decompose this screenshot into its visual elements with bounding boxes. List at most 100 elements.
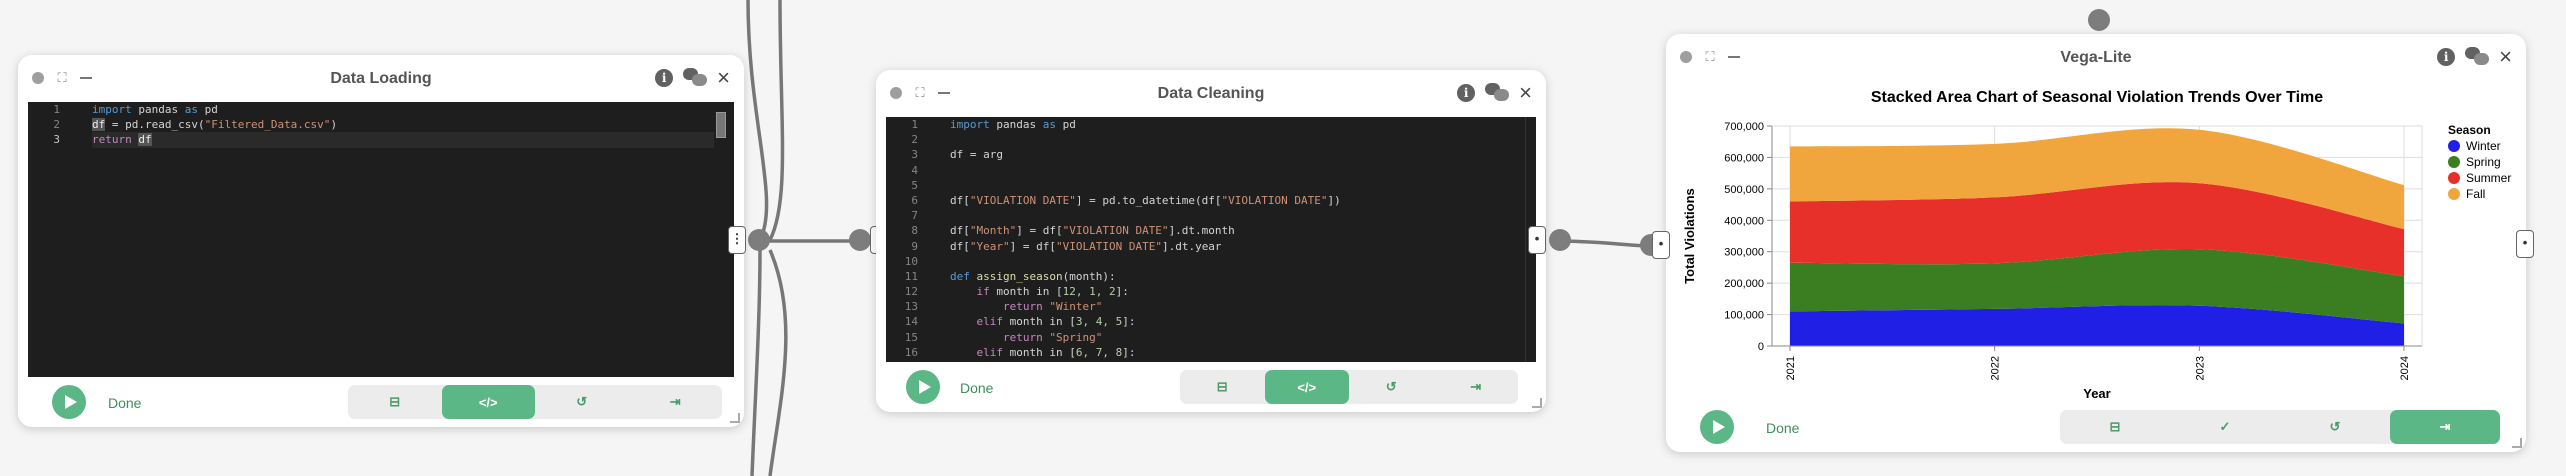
legend-swatch bbox=[2448, 172, 2460, 184]
code-line: df["Month"] = df["VIOLATION DATE"].dt.mo… bbox=[950, 224, 1235, 238]
status-text: Done bbox=[108, 395, 142, 411]
line-number: 5 bbox=[911, 178, 918, 192]
x-axis-label: Year bbox=[2083, 386, 2110, 400]
expand-icon[interactable]: ⛶ bbox=[914, 86, 926, 99]
line-number: 7 bbox=[911, 209, 918, 223]
close-icon[interactable]: × bbox=[1519, 82, 1532, 104]
x-tick-label: 2023 bbox=[2194, 356, 2206, 380]
run-button[interactable] bbox=[906, 370, 940, 404]
legend-swatch bbox=[2448, 156, 2460, 168]
node-toolbar: ⊟ ✓ ↺ ⇥ bbox=[2060, 410, 2500, 444]
node-footer: Done ⊟ ✓ ↺ ⇥ bbox=[1666, 402, 2526, 452]
inspect-button[interactable]: ⊟ bbox=[348, 385, 442, 419]
status-dot-icon bbox=[1680, 51, 1692, 63]
code-line: import pandas as pd bbox=[92, 103, 218, 116]
editor-scrollbar[interactable] bbox=[716, 112, 726, 138]
wire-lower-2 bbox=[750, 249, 762, 476]
code-line: df["Year"] = df["VIOLATION DATE"].dt.yea… bbox=[950, 239, 1222, 253]
close-icon[interactable]: × bbox=[717, 67, 730, 89]
expand-icon[interactable]: ⛶ bbox=[1704, 50, 1716, 63]
line-numbers: 1 2 3 4 5 6 7 8 9 10 11 12 13 14 15 16 bbox=[886, 117, 924, 362]
robot-icon: ⊟ bbox=[2109, 419, 2121, 434]
code-editor[interactable]: 1 2 3 4 5 6 7 8 9 10 11 12 13 14 15 16 import pandas as… bbox=[886, 117, 1536, 362]
top-port[interactable] bbox=[2088, 9, 2110, 31]
window-controls: ⛶ bbox=[890, 86, 950, 99]
code-content[interactable]: import pandas as pd df = pd.read_csv("Fi… bbox=[92, 102, 714, 148]
header-icons: i × bbox=[1457, 82, 1532, 104]
code-line: elif month in [6, 7, 8]: bbox=[976, 345, 1136, 359]
inspect-button[interactable]: ⊟ bbox=[2060, 410, 2170, 444]
output-handle[interactable]: ⋮ bbox=[728, 226, 746, 254]
close-icon[interactable]: × bbox=[2499, 46, 2512, 68]
inspect-button[interactable]: ⊟ bbox=[1180, 370, 1265, 404]
chart-title: Stacked Area Chart of Seasonal Violation… bbox=[1871, 89, 2323, 106]
vega-lite-chart[interactable]: Stacked Area Chart of Seasonal Violation… bbox=[1672, 80, 2518, 400]
minimize-icon[interactable] bbox=[80, 77, 92, 79]
comments-icon[interactable] bbox=[2465, 47, 2490, 67]
code-line: elif month in [3, 4, 5]: bbox=[976, 315, 1136, 329]
y-tick-label: 200,000 bbox=[1724, 278, 1764, 290]
spellcheck-icon: ✓ bbox=[2219, 419, 2231, 434]
y-tick-label: 0 bbox=[1758, 341, 1764, 353]
refresh-button[interactable]: ↺ bbox=[2280, 410, 2390, 444]
y-tick-label: 500,000 bbox=[1724, 184, 1764, 196]
y-tick-label: 700,000 bbox=[1724, 121, 1764, 133]
resize-handle[interactable] bbox=[1532, 398, 1542, 408]
info-icon[interactable]: i bbox=[1457, 84, 1476, 102]
refresh-button[interactable]: ↺ bbox=[1349, 370, 1434, 404]
comments-icon[interactable] bbox=[1485, 83, 1510, 103]
refresh-button[interactable]: ↺ bbox=[535, 385, 629, 419]
line-number: 13 bbox=[904, 300, 918, 314]
node-header[interactable]: ⛶ Data Loading i × bbox=[18, 55, 744, 101]
legend-entry: Winter bbox=[2466, 139, 2501, 153]
output-port[interactable] bbox=[1549, 229, 1571, 251]
minimize-icon[interactable] bbox=[938, 92, 950, 94]
node-data-cleaning[interactable]: ⛶ Data Cleaning i × 1 2 3 4 5 6 7 8 9 10 11 12 13 14 1… bbox=[876, 70, 1546, 412]
resize-handle[interactable] bbox=[2512, 438, 2522, 448]
legend-swatch bbox=[2448, 188, 2460, 200]
expand-icon[interactable]: ⛶ bbox=[56, 71, 68, 84]
line-number: 15 bbox=[904, 330, 918, 344]
line-number: 2 bbox=[911, 133, 918, 147]
node-footer: Done ⊟ </> ↺ ⇥ bbox=[18, 377, 744, 427]
header-icons: i × bbox=[655, 67, 730, 89]
output-handle[interactable]: • bbox=[1528, 226, 1546, 254]
node-toolbar: ⊟ </> ↺ ⇥ bbox=[1180, 370, 1518, 404]
node-header[interactable]: ⛶ Data Cleaning i × bbox=[876, 70, 1546, 116]
line-numbers: 1 2 3 bbox=[28, 102, 66, 377]
output-button[interactable]: ⇥ bbox=[1434, 370, 1519, 404]
editor-scrollbar[interactable] bbox=[1525, 117, 1526, 362]
node-header[interactable]: ⛶ Vega-Lite i × bbox=[1666, 34, 2526, 80]
output-button[interactable]: ⇥ bbox=[2390, 410, 2500, 444]
spellcheck-button[interactable]: ✓ bbox=[2170, 410, 2280, 444]
output-handle[interactable]: • bbox=[2516, 230, 2534, 258]
node-data-loading[interactable]: ⛶ Data Loading i × 1 2 3 import pandas a… bbox=[18, 55, 744, 427]
x-tick-label: 2022 bbox=[1990, 356, 2002, 380]
node-vega-lite[interactable]: ⛶ Vega-Lite i × Stacked Area Chart of Se… bbox=[1666, 34, 2526, 452]
minimize-icon[interactable] bbox=[1728, 56, 1740, 58]
comments-icon[interactable] bbox=[683, 68, 708, 88]
output-button[interactable]: ⇥ bbox=[629, 385, 723, 419]
code-line-active: return df bbox=[92, 132, 714, 148]
legend-entry: Spring bbox=[2466, 155, 2501, 169]
node-toolbar: ⊟ </> ↺ ⇥ bbox=[348, 385, 722, 419]
input-handle[interactable]: • bbox=[1652, 231, 1670, 259]
info-icon[interactable]: i bbox=[655, 69, 674, 87]
code-view-button[interactable]: </> bbox=[441, 385, 535, 419]
input-port[interactable] bbox=[849, 229, 871, 251]
code-editor[interactable]: 1 2 3 import pandas as pd df = pd.read_c… bbox=[28, 102, 734, 377]
wire-lower bbox=[768, 249, 788, 476]
canvas[interactable]: ⛶ Data Loading i × 1 2 3 import pandas a… bbox=[0, 0, 2566, 476]
run-button[interactable] bbox=[52, 385, 86, 419]
resize-handle[interactable] bbox=[730, 413, 740, 423]
window-controls: ⛶ bbox=[32, 71, 92, 84]
code-line: df["VIOLATION DATE"] = pd.to_datetime(df… bbox=[950, 193, 1341, 207]
node-title: Vega-Lite bbox=[2060, 49, 2132, 66]
y-axis-label: Total Violations bbox=[1682, 188, 1697, 284]
status-text: Done bbox=[1766, 420, 1800, 436]
info-icon[interactable]: i bbox=[2437, 48, 2456, 66]
code-content[interactable]: import pandas as pd df = arg df["VIOLATI… bbox=[950, 117, 1516, 360]
output-port[interactable] bbox=[748, 229, 770, 251]
code-view-button[interactable]: </> bbox=[1264, 370, 1349, 404]
run-button[interactable] bbox=[1700, 410, 1734, 444]
